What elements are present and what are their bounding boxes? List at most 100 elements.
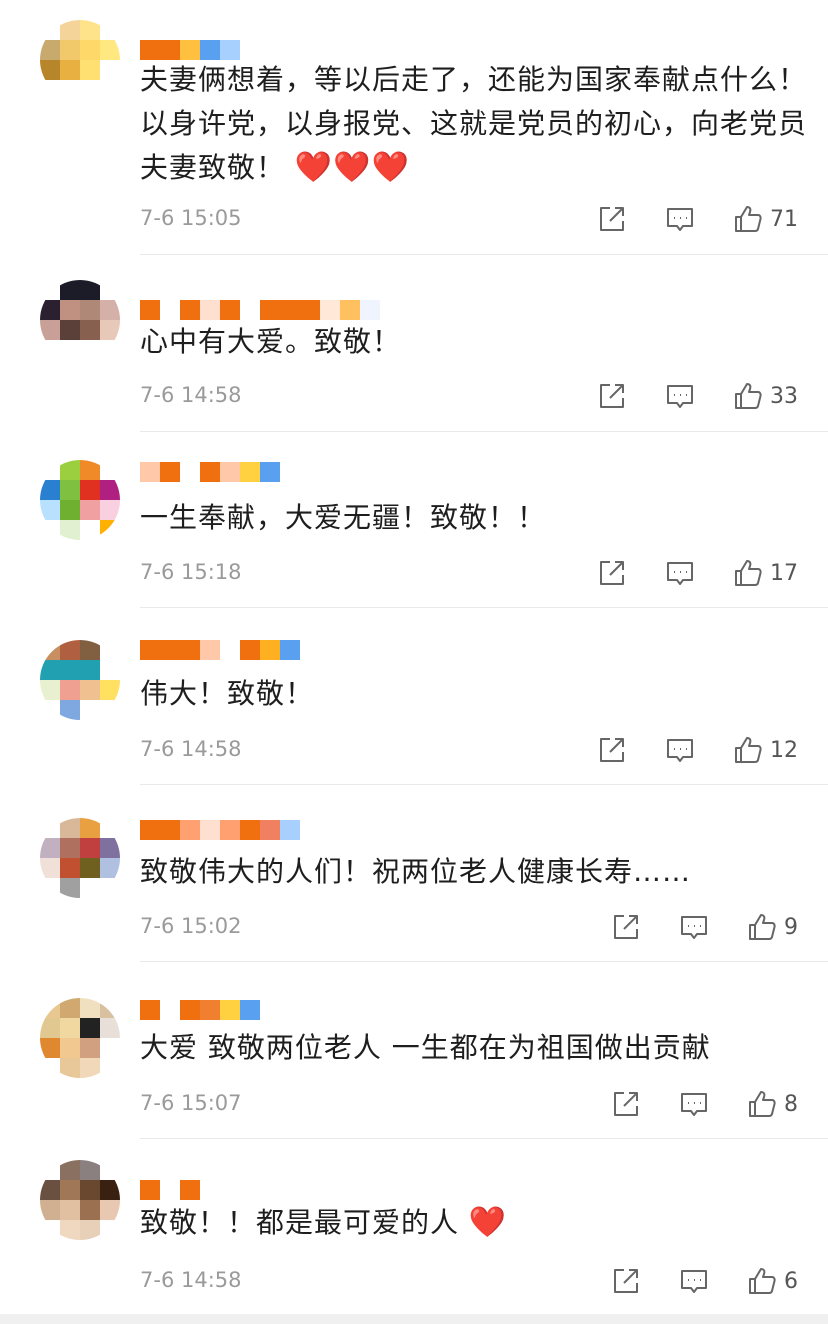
avatar-pixel [80, 1200, 100, 1220]
like-count: 33 [770, 383, 798, 409]
share-icon[interactable] [596, 380, 628, 412]
divider [140, 784, 828, 785]
username-pixel [220, 300, 240, 320]
divider [140, 431, 828, 432]
avatar-pixel [60, 1018, 80, 1038]
avatar-pixel [60, 818, 80, 838]
avatar-pixel [80, 838, 100, 858]
avatar[interactable] [40, 640, 120, 720]
avatar-pixel [40, 1160, 60, 1180]
username-pixel [240, 300, 260, 320]
comment-time: 7-6 14:58 [140, 737, 242, 761]
like-icon[interactable] [746, 911, 778, 943]
username-pixel [140, 300, 160, 320]
like-icon[interactable] [732, 734, 764, 766]
avatar-pixel [40, 640, 60, 660]
avatar-pixel [40, 500, 60, 520]
comment-time: 7-6 14:58 [140, 383, 242, 407]
avatar-pixel [40, 1200, 60, 1220]
avatar-pixel [100, 1180, 120, 1200]
avatar-pixel [40, 858, 60, 878]
avatar-pixel [100, 1160, 120, 1180]
like-icon[interactable] [732, 380, 764, 412]
avatar[interactable] [40, 1160, 120, 1240]
reply-icon[interactable] [664, 203, 696, 235]
reply-icon[interactable] [678, 1088, 710, 1120]
username-pixel [140, 1180, 160, 1200]
username-pixel [360, 300, 380, 320]
username-pixel [180, 640, 200, 660]
avatar-pixel [60, 660, 80, 680]
comment-time: 7-6 15:18 [140, 560, 242, 584]
avatar[interactable] [40, 818, 120, 898]
avatar-pixel [80, 640, 100, 660]
avatar-pixel [80, 280, 100, 300]
share-icon[interactable] [596, 557, 628, 589]
username-pixel [160, 462, 180, 482]
reply-icon[interactable] [678, 911, 710, 943]
avatar-pixel [40, 998, 60, 1018]
avatar-pixel [60, 320, 80, 340]
username-pixelated[interactable] [140, 820, 300, 842]
like-count: 71 [770, 206, 798, 232]
avatar-pixel [40, 878, 60, 898]
username-pixelated[interactable] [140, 1000, 260, 1022]
share-icon[interactable] [610, 1265, 642, 1297]
username-pixel [300, 300, 320, 320]
reply-icon[interactable] [664, 734, 696, 766]
avatar-pixel [100, 20, 120, 40]
username-pixelated[interactable] [140, 640, 300, 662]
avatar-pixel [40, 1180, 60, 1200]
username-pixel [160, 640, 180, 660]
avatar[interactable] [40, 280, 120, 360]
share-icon[interactable] [610, 911, 642, 943]
avatar-pixel [60, 858, 80, 878]
avatar-pixel [80, 680, 100, 700]
avatar-pixel [60, 700, 80, 720]
username-pixelated[interactable] [140, 300, 380, 322]
comment-actions: 71 [596, 199, 798, 239]
avatar[interactable] [40, 20, 120, 100]
comment-actions: 8 [610, 1084, 798, 1124]
share-icon[interactable] [596, 203, 628, 235]
heart-emoji: ❤️❤️❤️ [294, 150, 410, 185]
avatar-pixel [100, 818, 120, 838]
avatar[interactable] [40, 460, 120, 540]
reply-icon[interactable] [678, 1265, 710, 1297]
avatar[interactable] [40, 998, 120, 1078]
comment-text: 致敬！！都是最可爱的人 ❤️ [140, 1205, 508, 1240]
avatar-pixel [40, 340, 60, 360]
divider [140, 607, 828, 608]
avatar-pixel [40, 1038, 60, 1058]
comment-text: 致敬伟大的人们！祝两位老人健康长寿…… [140, 855, 692, 888]
avatar-pixel [60, 640, 80, 660]
like-count: 17 [770, 560, 798, 586]
like-icon[interactable] [746, 1265, 778, 1297]
username-pixelated[interactable] [140, 462, 280, 484]
avatar-pixel [100, 838, 120, 858]
avatar-pixel [80, 340, 100, 360]
share-icon[interactable] [596, 734, 628, 766]
avatar-pixel [100, 1200, 120, 1220]
avatar-pixel [60, 300, 80, 320]
like-icon[interactable] [732, 557, 764, 589]
username-pixel [340, 300, 360, 320]
reply-icon[interactable] [664, 380, 696, 412]
avatar-pixel [100, 520, 120, 540]
like-icon[interactable] [732, 203, 764, 235]
like-icon[interactable] [746, 1088, 778, 1120]
avatar-pixel [100, 500, 120, 520]
avatar-pixel [40, 20, 60, 40]
username-pixel [160, 1000, 180, 1020]
avatar-pixel [100, 280, 120, 300]
comment-text: 一生奉献，大爱无疆！致敬！！ [140, 501, 547, 534]
reply-icon[interactable] [664, 557, 696, 589]
share-icon[interactable] [610, 1088, 642, 1120]
username-pixel [280, 820, 300, 840]
username-pixelated[interactable] [140, 1180, 200, 1202]
avatar-pixel [40, 480, 60, 500]
avatar-pixel [100, 878, 120, 898]
avatar-pixel [80, 1018, 100, 1038]
avatar-pixel [60, 1200, 80, 1220]
username-pixel [140, 820, 160, 840]
